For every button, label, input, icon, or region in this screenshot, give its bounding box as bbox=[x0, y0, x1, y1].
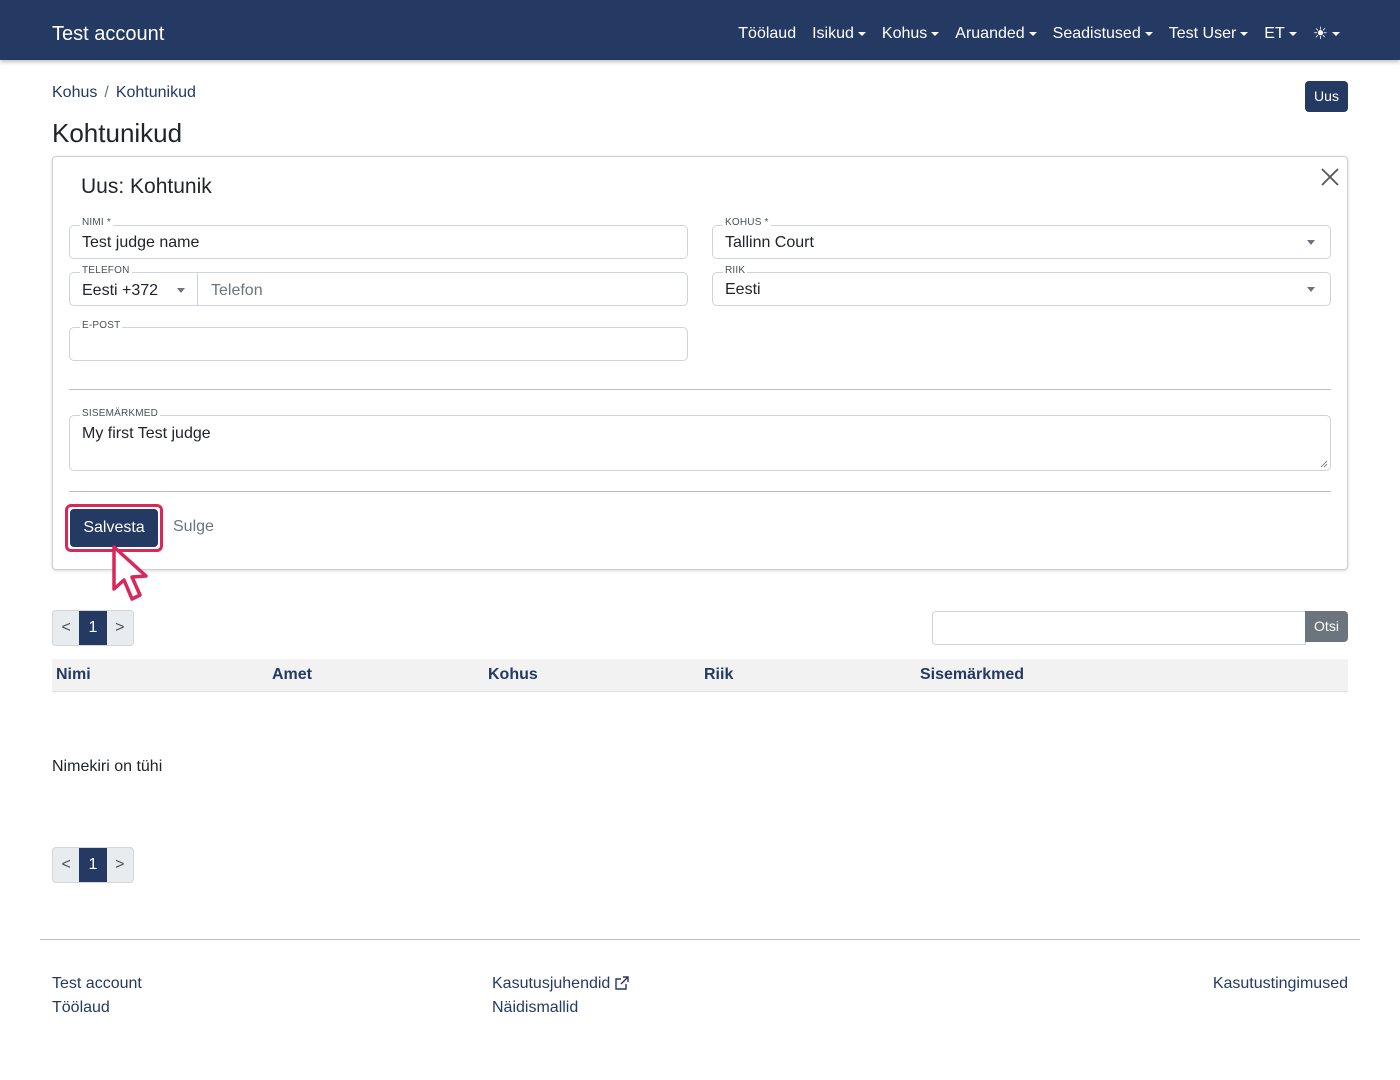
column-header-country[interactable]: Riik bbox=[704, 666, 733, 684]
footer-link-terms[interactable]: Kasutustingimused bbox=[1213, 975, 1348, 993]
pagination-bottom: < 1 > bbox=[52, 847, 134, 883]
country-value: Eesti bbox=[725, 281, 761, 298]
nav-item-language[interactable]: ET bbox=[1264, 24, 1297, 44]
new-button[interactable]: Uus bbox=[1305, 81, 1348, 112]
caret-down-icon bbox=[931, 32, 940, 36]
name-value: Test judge name bbox=[82, 234, 200, 251]
pagination-page[interactable]: 1 bbox=[79, 848, 107, 882]
search-input[interactable] bbox=[932, 611, 1306, 645]
column-header-name[interactable]: Nimi bbox=[56, 666, 91, 684]
internal-notes-textarea[interactable]: My first Test judge bbox=[69, 415, 1331, 471]
caret-down-icon bbox=[1288, 32, 1297, 36]
select-arrow-icon bbox=[177, 288, 185, 293]
breadcrumb-separator: / bbox=[104, 84, 109, 101]
form-title: Uus: Kohtunik bbox=[81, 175, 212, 198]
caret-down-icon bbox=[1028, 32, 1037, 36]
nav-item-label: Test User bbox=[1168, 25, 1237, 42]
form-divider bbox=[69, 389, 1331, 390]
pagination-next[interactable]: > bbox=[107, 611, 133, 645]
country-label: RIIK bbox=[723, 265, 748, 276]
footer-divider bbox=[40, 939, 1360, 940]
footer-link-templates[interactable]: Näidismallid bbox=[492, 999, 578, 1017]
nav-item-theme[interactable]: ☀ bbox=[1313, 24, 1340, 44]
external-link-icon bbox=[615, 976, 630, 990]
nav-item-toolaud[interactable]: Töölaud bbox=[738, 24, 796, 44]
footer-link-account[interactable]: Test account bbox=[52, 975, 142, 993]
phone-field-group: Eesti +372 Telefon bbox=[69, 272, 688, 306]
nav-item-label: Töölaud bbox=[738, 25, 797, 42]
brand-link[interactable]: Test account bbox=[52, 22, 164, 46]
court-label: KOHUS * bbox=[723, 217, 771, 228]
nav-item-kohus[interactable]: Kohus bbox=[881, 24, 940, 44]
caret-down-icon bbox=[1332, 32, 1340, 36]
close-icon[interactable] bbox=[1319, 166, 1341, 188]
top-navbar: Test account Töölaud Isikud Kohus Aruand… bbox=[0, 0, 1400, 60]
phone-prefix-value: Eesti +372 bbox=[82, 282, 159, 299]
nav-item-user-menu[interactable]: Test User bbox=[1169, 24, 1249, 44]
resize-handle-icon[interactable] bbox=[1320, 460, 1328, 468]
pagination-page[interactable]: 1 bbox=[79, 611, 107, 645]
save-button[interactable]: Salvesta bbox=[70, 509, 158, 547]
nav-item-aruanded[interactable]: Aruanded bbox=[955, 24, 1037, 44]
nav-item-label: Kohus bbox=[881, 25, 928, 42]
nav-item-label: Aruanded bbox=[955, 25, 1025, 42]
footer-link-dashboard[interactable]: Töölaud bbox=[52, 999, 110, 1017]
court-select[interactable]: Tallinn Court bbox=[712, 225, 1331, 259]
sun-icon: ☀ bbox=[1312, 24, 1328, 43]
nav-item-label: Seadistused bbox=[1052, 25, 1141, 42]
footer-link-user-guides[interactable]: Kasutusjuhendid bbox=[492, 975, 630, 993]
page-title: Kohtunikud bbox=[52, 118, 183, 148]
nav-item-label: ET bbox=[1264, 25, 1285, 42]
breadcrumb-item-kohtunikud[interactable]: Kohtunikud bbox=[116, 84, 196, 102]
phone-label: TELEFON bbox=[80, 265, 132, 276]
notes-label: SISEMÄRKMED bbox=[80, 408, 161, 419]
nav-item-label: Isikud bbox=[812, 25, 854, 42]
pagination-prev[interactable]: < bbox=[53, 611, 79, 645]
nav-item-seadistused[interactable]: Seadistused bbox=[1053, 24, 1153, 44]
email-field[interactable] bbox=[69, 327, 688, 361]
breadcrumb-item-kohus[interactable]: Kohus bbox=[52, 84, 97, 102]
empty-list-message: Nimekiri on tühi bbox=[52, 758, 163, 775]
caret-down-icon bbox=[1240, 32, 1249, 36]
email-label: E-POST bbox=[80, 320, 123, 331]
phone-number-input[interactable]: Telefon bbox=[199, 273, 687, 309]
name-field[interactable]: Test judge name bbox=[69, 225, 688, 259]
table-header: Nimi Amet Kohus Riik Sisemärkmed bbox=[52, 659, 1348, 692]
mouse-pointer-icon bbox=[112, 545, 148, 601]
pagination-top: < 1 > bbox=[52, 610, 134, 646]
column-header-position[interactable]: Amet bbox=[272, 666, 312, 684]
name-label: NIMI * bbox=[80, 217, 113, 228]
column-header-notes[interactable]: Sisemärkmed bbox=[920, 666, 1024, 684]
court-value: Tallinn Court bbox=[725, 234, 814, 251]
notes-value: My first Test judge bbox=[82, 425, 211, 442]
country-select[interactable]: Eesti bbox=[712, 272, 1331, 306]
caret-down-icon bbox=[1144, 32, 1153, 36]
footer-link-label: Kasutusjuhendid bbox=[492, 975, 611, 992]
phone-country-select[interactable]: Eesti +372 bbox=[70, 273, 198, 305]
close-button[interactable]: Sulge bbox=[173, 517, 214, 537]
pagination-prev[interactable]: < bbox=[53, 848, 79, 882]
main-nav: Töölaud Isikud Kohus Aruanded Seadistuse… bbox=[738, 24, 1340, 44]
form-divider bbox=[69, 491, 1331, 492]
select-arrow-icon bbox=[1307, 287, 1315, 292]
pagination-next[interactable]: > bbox=[107, 848, 133, 882]
search-button[interactable]: Otsi bbox=[1305, 611, 1348, 642]
column-header-court[interactable]: Kohus bbox=[488, 666, 538, 684]
nav-item-isikud[interactable]: Isikud bbox=[812, 24, 866, 44]
select-arrow-icon bbox=[1307, 240, 1315, 245]
new-judge-form-card: Uus: Kohtunik Test judge name NIMI * Tal… bbox=[52, 156, 1348, 570]
caret-down-icon bbox=[857, 32, 866, 36]
breadcrumb: Kohus / Kohtunikud bbox=[52, 84, 196, 102]
